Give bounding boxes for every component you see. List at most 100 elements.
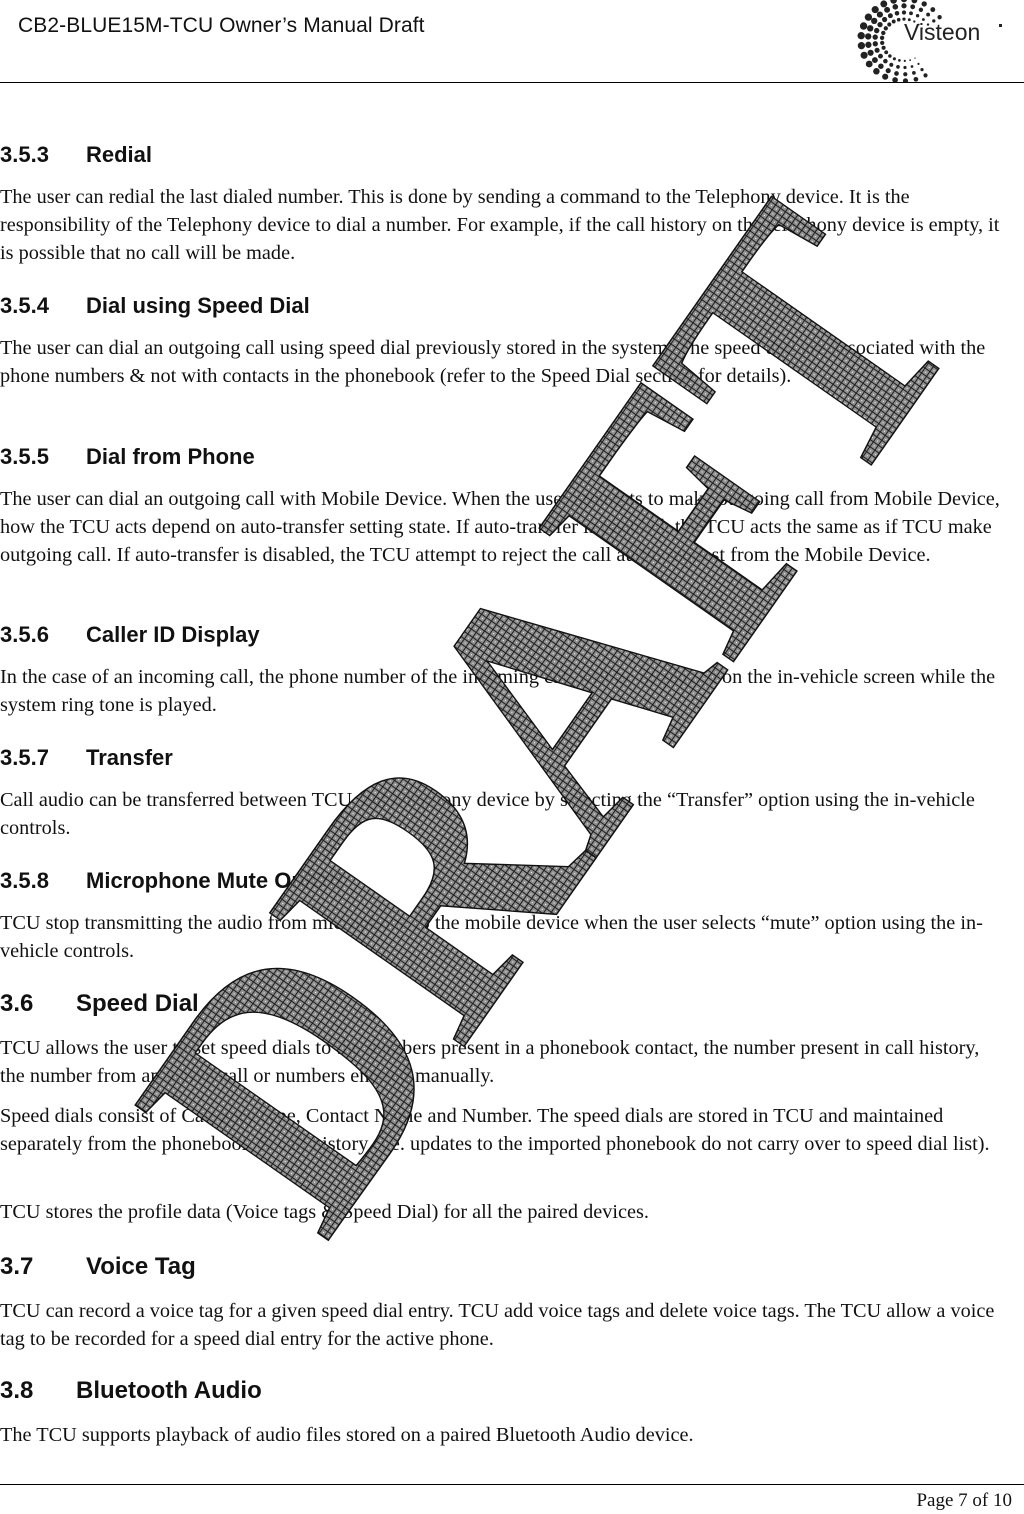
logo-dot xyxy=(917,62,920,65)
logo-dot xyxy=(885,68,891,74)
logo-dot xyxy=(877,21,883,28)
section-title: Speed Dial xyxy=(76,990,199,1017)
section-paragraph: Call audio can be transferred between TC… xyxy=(0,789,975,839)
logo-text: Visteon xyxy=(904,19,980,45)
logo-dot xyxy=(896,65,900,69)
logo-dot xyxy=(890,0,897,4)
section-title: Dial using Speed Dial xyxy=(86,293,310,318)
section-number: 3.5.6 xyxy=(0,622,49,647)
section-number: 3.5.3 xyxy=(0,142,49,167)
logo-dot xyxy=(891,19,896,24)
logo-dot xyxy=(881,45,886,50)
section-title: Transfer xyxy=(86,745,173,770)
section-heading: 3.7 Voice Tag xyxy=(0,1253,196,1281)
section-paragraph: The user can dial an outgoing call using… xyxy=(0,337,986,387)
section-title: Redial xyxy=(86,142,153,167)
logo-dot xyxy=(872,41,878,47)
logo-dot xyxy=(878,53,883,59)
footer-divider xyxy=(0,1484,1024,1485)
logo-dot xyxy=(909,59,911,61)
logo-dot xyxy=(901,0,907,3)
logo-dot xyxy=(903,65,907,70)
logo-dot xyxy=(909,11,913,16)
section-number: 3.7 xyxy=(0,1253,34,1280)
logo-dot xyxy=(864,13,873,21)
section-number: 3.5.7 xyxy=(0,745,49,770)
logo-dot xyxy=(884,6,891,13)
logo-dot xyxy=(901,3,907,9)
logo-dot xyxy=(871,57,878,64)
header-divider xyxy=(0,82,1024,83)
logo-dot xyxy=(880,40,885,46)
logo-dot xyxy=(898,59,901,62)
section-paragraph: The user can dial an outgoing call with … xyxy=(0,488,1000,566)
logo-dot xyxy=(910,4,916,10)
logo-dot xyxy=(865,41,872,48)
logo-dot xyxy=(859,22,868,30)
logo-dot xyxy=(865,33,872,40)
section-heading: 3.5.8 Microphone Mute On/Off xyxy=(0,868,343,894)
section-heading: 3.5.5 Dial from Phone xyxy=(0,444,255,470)
section-title: Caller ID Display xyxy=(86,622,260,647)
page-number: Page 7 of 10 xyxy=(916,1490,1012,1511)
logo-dot xyxy=(921,1,927,7)
logo-dot xyxy=(920,68,924,72)
logo-dot xyxy=(903,59,906,63)
logo-dot xyxy=(892,3,899,10)
logo-dot xyxy=(883,26,888,31)
logo-dot xyxy=(914,57,916,59)
logo-dot xyxy=(903,72,908,77)
logo-dot xyxy=(887,13,893,19)
logo-dot xyxy=(889,62,894,67)
section-paragraph: TCU stores the profile data (Voice tags … xyxy=(0,1201,649,1223)
document-page: CB2-BLUE15M-TCU Owner’s Manual Draft Vis… xyxy=(0,0,1024,1514)
logo-dot xyxy=(884,50,889,55)
logo-dot xyxy=(871,6,879,14)
section-paragraph: In the case of an incoming call, the pho… xyxy=(0,666,996,716)
logo-dot xyxy=(882,16,888,23)
section-heading: 3.5.4 Dial using Speed Dial xyxy=(0,293,310,319)
logo-dot xyxy=(867,25,874,32)
section-heading: 3.5.3 Redial xyxy=(0,142,152,168)
logo-dot xyxy=(878,63,884,69)
section-title: Voice Tag xyxy=(86,1253,196,1280)
logo-dot xyxy=(918,7,924,12)
section-number: 3.5.5 xyxy=(0,444,49,469)
logo-dot xyxy=(894,10,900,16)
section-number: 3.5.8 xyxy=(0,868,49,893)
logo-dot xyxy=(874,27,880,34)
logo-dot xyxy=(923,73,928,78)
section-paragraph: Speed dials consist of Category type, Co… xyxy=(0,1105,990,1155)
logo-dot xyxy=(887,22,892,27)
logo-dot xyxy=(901,10,907,15)
section-heading: 3.8 Bluetooth Audio xyxy=(0,1377,262,1405)
logo-dot xyxy=(872,34,878,40)
logo-dot xyxy=(857,32,865,40)
section-heading: 3.5.7 Transfer xyxy=(0,745,173,771)
logo-dot xyxy=(910,65,914,68)
logo-dot xyxy=(930,7,936,13)
logo-dot xyxy=(912,71,916,75)
logo-dot xyxy=(911,0,918,4)
logo-dot xyxy=(896,17,901,22)
logo-dot xyxy=(874,47,880,53)
logo-dot xyxy=(913,76,919,82)
logo-dot xyxy=(892,57,896,61)
logo-dot xyxy=(879,35,885,40)
section-number: 3.8 xyxy=(0,1377,34,1404)
visteon-logo: Visteon xyxy=(857,0,1002,82)
logo-dot xyxy=(880,0,888,8)
logo-dot xyxy=(926,12,931,17)
section-paragraph: TCU stop transmitting the audio from mic… xyxy=(0,912,983,962)
section-title: Dial from Phone xyxy=(86,444,255,469)
logo-dot xyxy=(883,58,888,64)
logo-dot xyxy=(888,54,892,58)
section-paragraph: TCU allows the user to set speed dials t… xyxy=(0,1037,980,1087)
logo-dot xyxy=(882,73,889,80)
logo-dot xyxy=(857,42,866,50)
section-number: 3.6 xyxy=(0,990,34,1017)
section-heading: 3.5.6 Caller ID Display xyxy=(0,622,260,648)
section-title: Microphone Mute On/Off xyxy=(86,868,343,893)
section-title: Bluetooth Audio xyxy=(76,1377,262,1404)
section-heading: 3.6 Speed Dial xyxy=(0,990,199,1018)
